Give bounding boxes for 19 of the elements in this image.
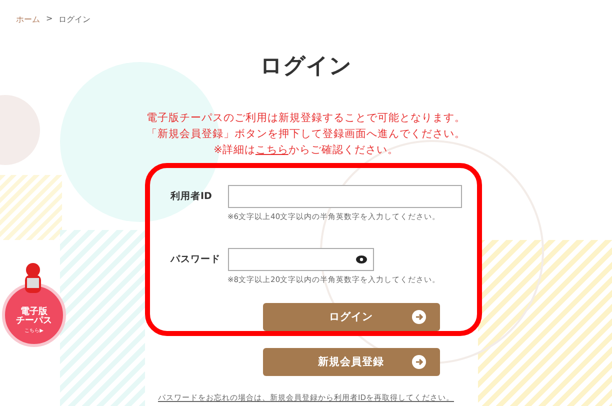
notice-text: ※詳細は こちらからご確認ください。 — [214, 143, 398, 157]
breadcrumb-current: ログイン — [58, 14, 91, 25]
field-label: 利用者ID — [170, 190, 213, 203]
register-button[interactable]: 新規会員登録 — [262, 348, 440, 376]
password-field[interactable] — [228, 248, 374, 271]
notice-text: 電子版チーパスのご利用は新規登録することで可能となります。 — [146, 111, 466, 125]
details-link[interactable]: こちら — [255, 144, 288, 156]
arrow-right-icon — [412, 355, 426, 369]
user-id-field[interactable] — [228, 185, 462, 208]
field-label: パスワード — [170, 253, 222, 266]
eye-icon[interactable] — [356, 255, 366, 264]
breadcrumb-link[interactable]: ホーム — [16, 14, 40, 25]
notice-text: 「新規会員登録」ボタンを押下して登録画面へ進んでください。 — [146, 127, 466, 141]
badge-text: チーパス — [16, 317, 52, 326]
page-title: ログイン — [260, 53, 352, 81]
login-button[interactable]: ログイン — [262, 303, 440, 331]
badge-text: 電子版 — [20, 308, 48, 317]
arrow-right-icon — [412, 310, 426, 324]
breadcrumb-separator: > — [46, 14, 53, 25]
